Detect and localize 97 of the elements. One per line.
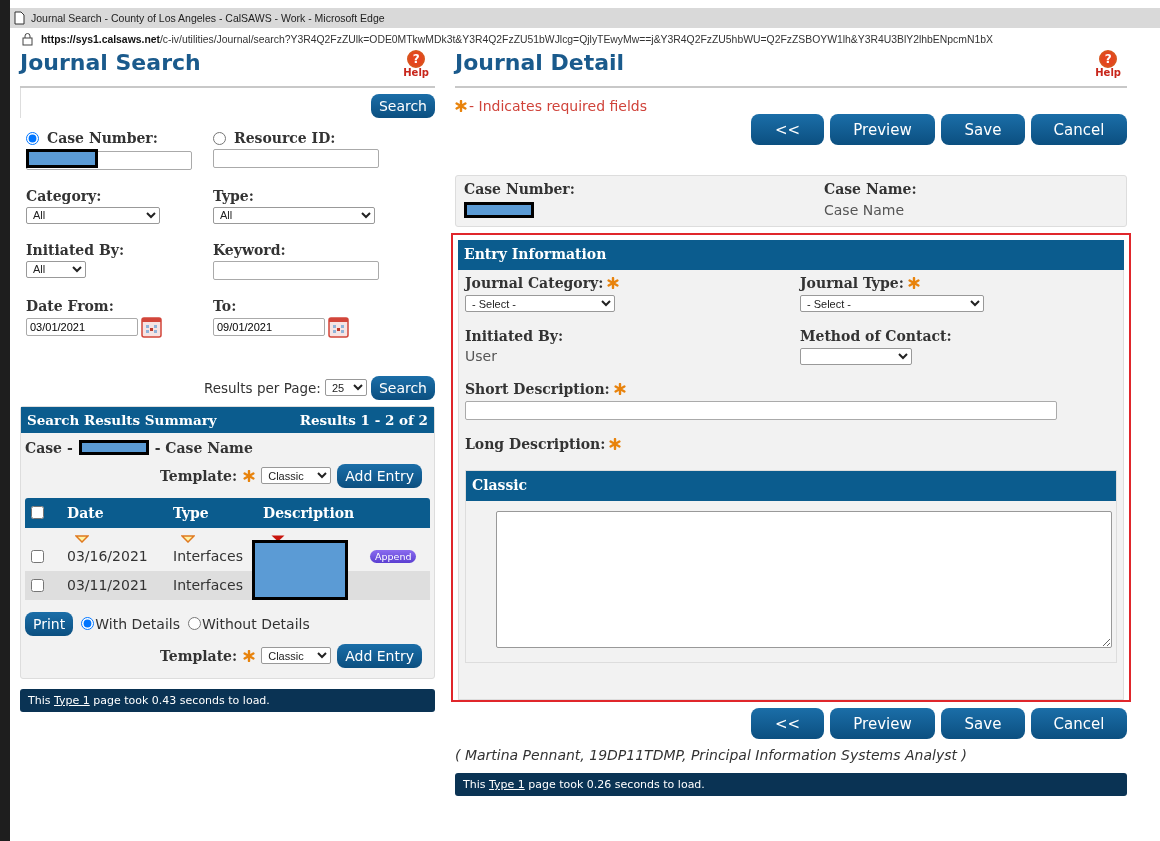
cancel-button[interactable]: Cancel — [1031, 708, 1127, 739]
template-select[interactable]: Classic — [261, 467, 332, 484]
id-field[interactable] — [213, 149, 379, 168]
date-field[interactable]: 09/01/2021 — [213, 318, 325, 336]
row-checkbox[interactable] — [31, 549, 44, 563]
load-time-bar: This Type 1 page took 0.26 seconds to load. — [455, 773, 1127, 796]
section-header: Entry Information — [458, 240, 1124, 270]
radio-label: With Details — [95, 615, 180, 632]
dropdown-select[interactable]: - Select - — [465, 295, 615, 312]
column-header[interactable]: Description — [263, 504, 430, 521]
field-label: Case Number: — [464, 181, 576, 197]
preview-button[interactable]: Preview — [830, 708, 935, 739]
save-button[interactable]: Save — [941, 114, 1025, 145]
results-per-page-select[interactable]: 25 — [324, 379, 367, 396]
field-label: Resource ID: — [234, 130, 336, 146]
filter-select[interactable]: All — [26, 260, 86, 278]
page-icon — [14, 11, 25, 25]
type-link[interactable]: Type 1 — [489, 778, 525, 791]
select-all-checkbox[interactable] — [31, 506, 44, 519]
calendar-icon[interactable] — [328, 316, 349, 338]
template-label: Template: — [159, 647, 238, 664]
template-label: Template: — [159, 467, 238, 484]
field-label: Short Description: — [465, 381, 610, 397]
redaction-block — [78, 440, 149, 455]
append-button[interactable]: Append — [370, 549, 417, 563]
back-button[interactable]: << — [751, 708, 824, 739]
table-cell-text: Interfaces — [173, 577, 244, 593]
field-value: User — [465, 348, 498, 364]
table-cell-text: Interfaces — [173, 548, 244, 564]
column-header[interactable]: Type — [173, 504, 263, 521]
case-name-value: Case Name — [824, 202, 905, 218]
date-field[interactable]: 03/01/2021 — [26, 318, 138, 336]
results-per-page-label: Results per Page: — [203, 379, 321, 396]
table-cell-text: 03/16/2021 — [67, 548, 149, 564]
search-button[interactable]: Search — [370, 375, 435, 400]
case-number-field[interactable] — [26, 149, 192, 170]
help-link[interactable]: Help — [403, 68, 429, 78]
keyword-field[interactable] — [213, 260, 379, 280]
preview-button[interactable]: Preview — [830, 114, 935, 145]
field-label: Long Description: — [465, 436, 606, 452]
help-icon[interactable]: ? — [407, 50, 426, 68]
field-label: Initiated By: — [26, 241, 126, 258]
lock-icon — [22, 32, 33, 46]
type-link[interactable]: Type 1 — [54, 693, 90, 707]
radio-button[interactable] — [213, 131, 226, 145]
section-header: Classic — [466, 471, 1116, 501]
load-time-bar: This Type 1 page took 0.43 seconds to load. — [20, 688, 435, 712]
field-label: Journal Category: — [465, 275, 604, 291]
filter-select[interactable]: All — [213, 206, 375, 224]
required-icon — [243, 649, 256, 662]
radio-button[interactable] — [188, 617, 201, 630]
add-entry-button[interactable]: Add Entry — [337, 463, 422, 488]
help-link[interactable]: Help — [1095, 68, 1121, 78]
radio-label: Without Details — [202, 615, 310, 632]
field-label: Date From: — [26, 297, 115, 314]
table-cell-text: 03/11/2021 — [67, 577, 149, 593]
back-button[interactable]: << — [751, 114, 824, 145]
dropdown-select[interactable] — [800, 348, 912, 365]
dropdown-select[interactable]: - Select - — [800, 295, 984, 312]
required-icon — [243, 469, 256, 482]
add-entry-button[interactable]: Add Entry — [337, 643, 422, 668]
page-title: Journal Search — [20, 50, 201, 75]
cancel-button[interactable]: Cancel — [1031, 114, 1127, 145]
redaction-block — [26, 149, 98, 168]
case-name-label: - Case Name — [154, 439, 253, 456]
required-note: - Indicates required fields — [469, 98, 647, 114]
field-label: Case Number: — [47, 130, 158, 146]
field-label: Case Name: — [824, 181, 918, 197]
field-label: To: — [213, 297, 238, 314]
radio-button[interactable] — [26, 131, 39, 145]
case-label: Case - — [25, 439, 73, 456]
window-title: Journal Search - County of Los Angeles - CalSAWS - Work - Microsoft Edge — [31, 12, 385, 24]
required-icon — [455, 100, 467, 112]
field-label: Journal Type: — [800, 275, 904, 291]
row-checkbox[interactable] — [31, 578, 44, 592]
field-label: Keyword: — [213, 241, 287, 258]
save-button[interactable]: Save — [941, 708, 1025, 739]
field-label: Type: — [213, 187, 255, 204]
calendar-icon[interactable] — [141, 316, 162, 338]
filter-select[interactable]: All — [26, 206, 160, 224]
redaction-block — [464, 202, 534, 218]
page-title: Journal Detail — [455, 50, 625, 75]
field-label: Initiated By: — [465, 328, 564, 344]
print-button[interactable]: Print — [25, 611, 74, 636]
results-count: Results 1 - 2 of 2 — [299, 411, 428, 428]
short-description-field[interactable] — [465, 401, 1057, 420]
help-icon[interactable]: ? — [1099, 50, 1118, 68]
radio-button[interactable] — [81, 617, 95, 630]
field-label: Method of Contact: — [800, 328, 952, 344]
results-title: Search Results Summary — [27, 411, 217, 428]
address-url[interactable]: https://sys1.calsaws.net/c-iv/utilities/Journal/search?Y3R4Q2FzZUlk=ODE0MTkwMDk3t&Y3R4Q2FzZU51bWJlcg=QjlyTEwyMw==j&Y3R4Q2FzZU5hbWU=Q2FzZSBOYW1lh&Y3R4U3BlY2lhbENpcmN1bX — [41, 33, 993, 45]
search-button[interactable]: Search — [370, 94, 435, 118]
signature-text: ( Martina Pennant, 19DP11TDMP, Principal Information Systems Analyst ) — [455, 747, 968, 763]
column-header[interactable]: Date — [67, 504, 173, 521]
template-select[interactable]: Classic — [261, 647, 332, 664]
long-description-field[interactable] — [496, 511, 1112, 648]
field-label: Category: — [26, 187, 103, 204]
